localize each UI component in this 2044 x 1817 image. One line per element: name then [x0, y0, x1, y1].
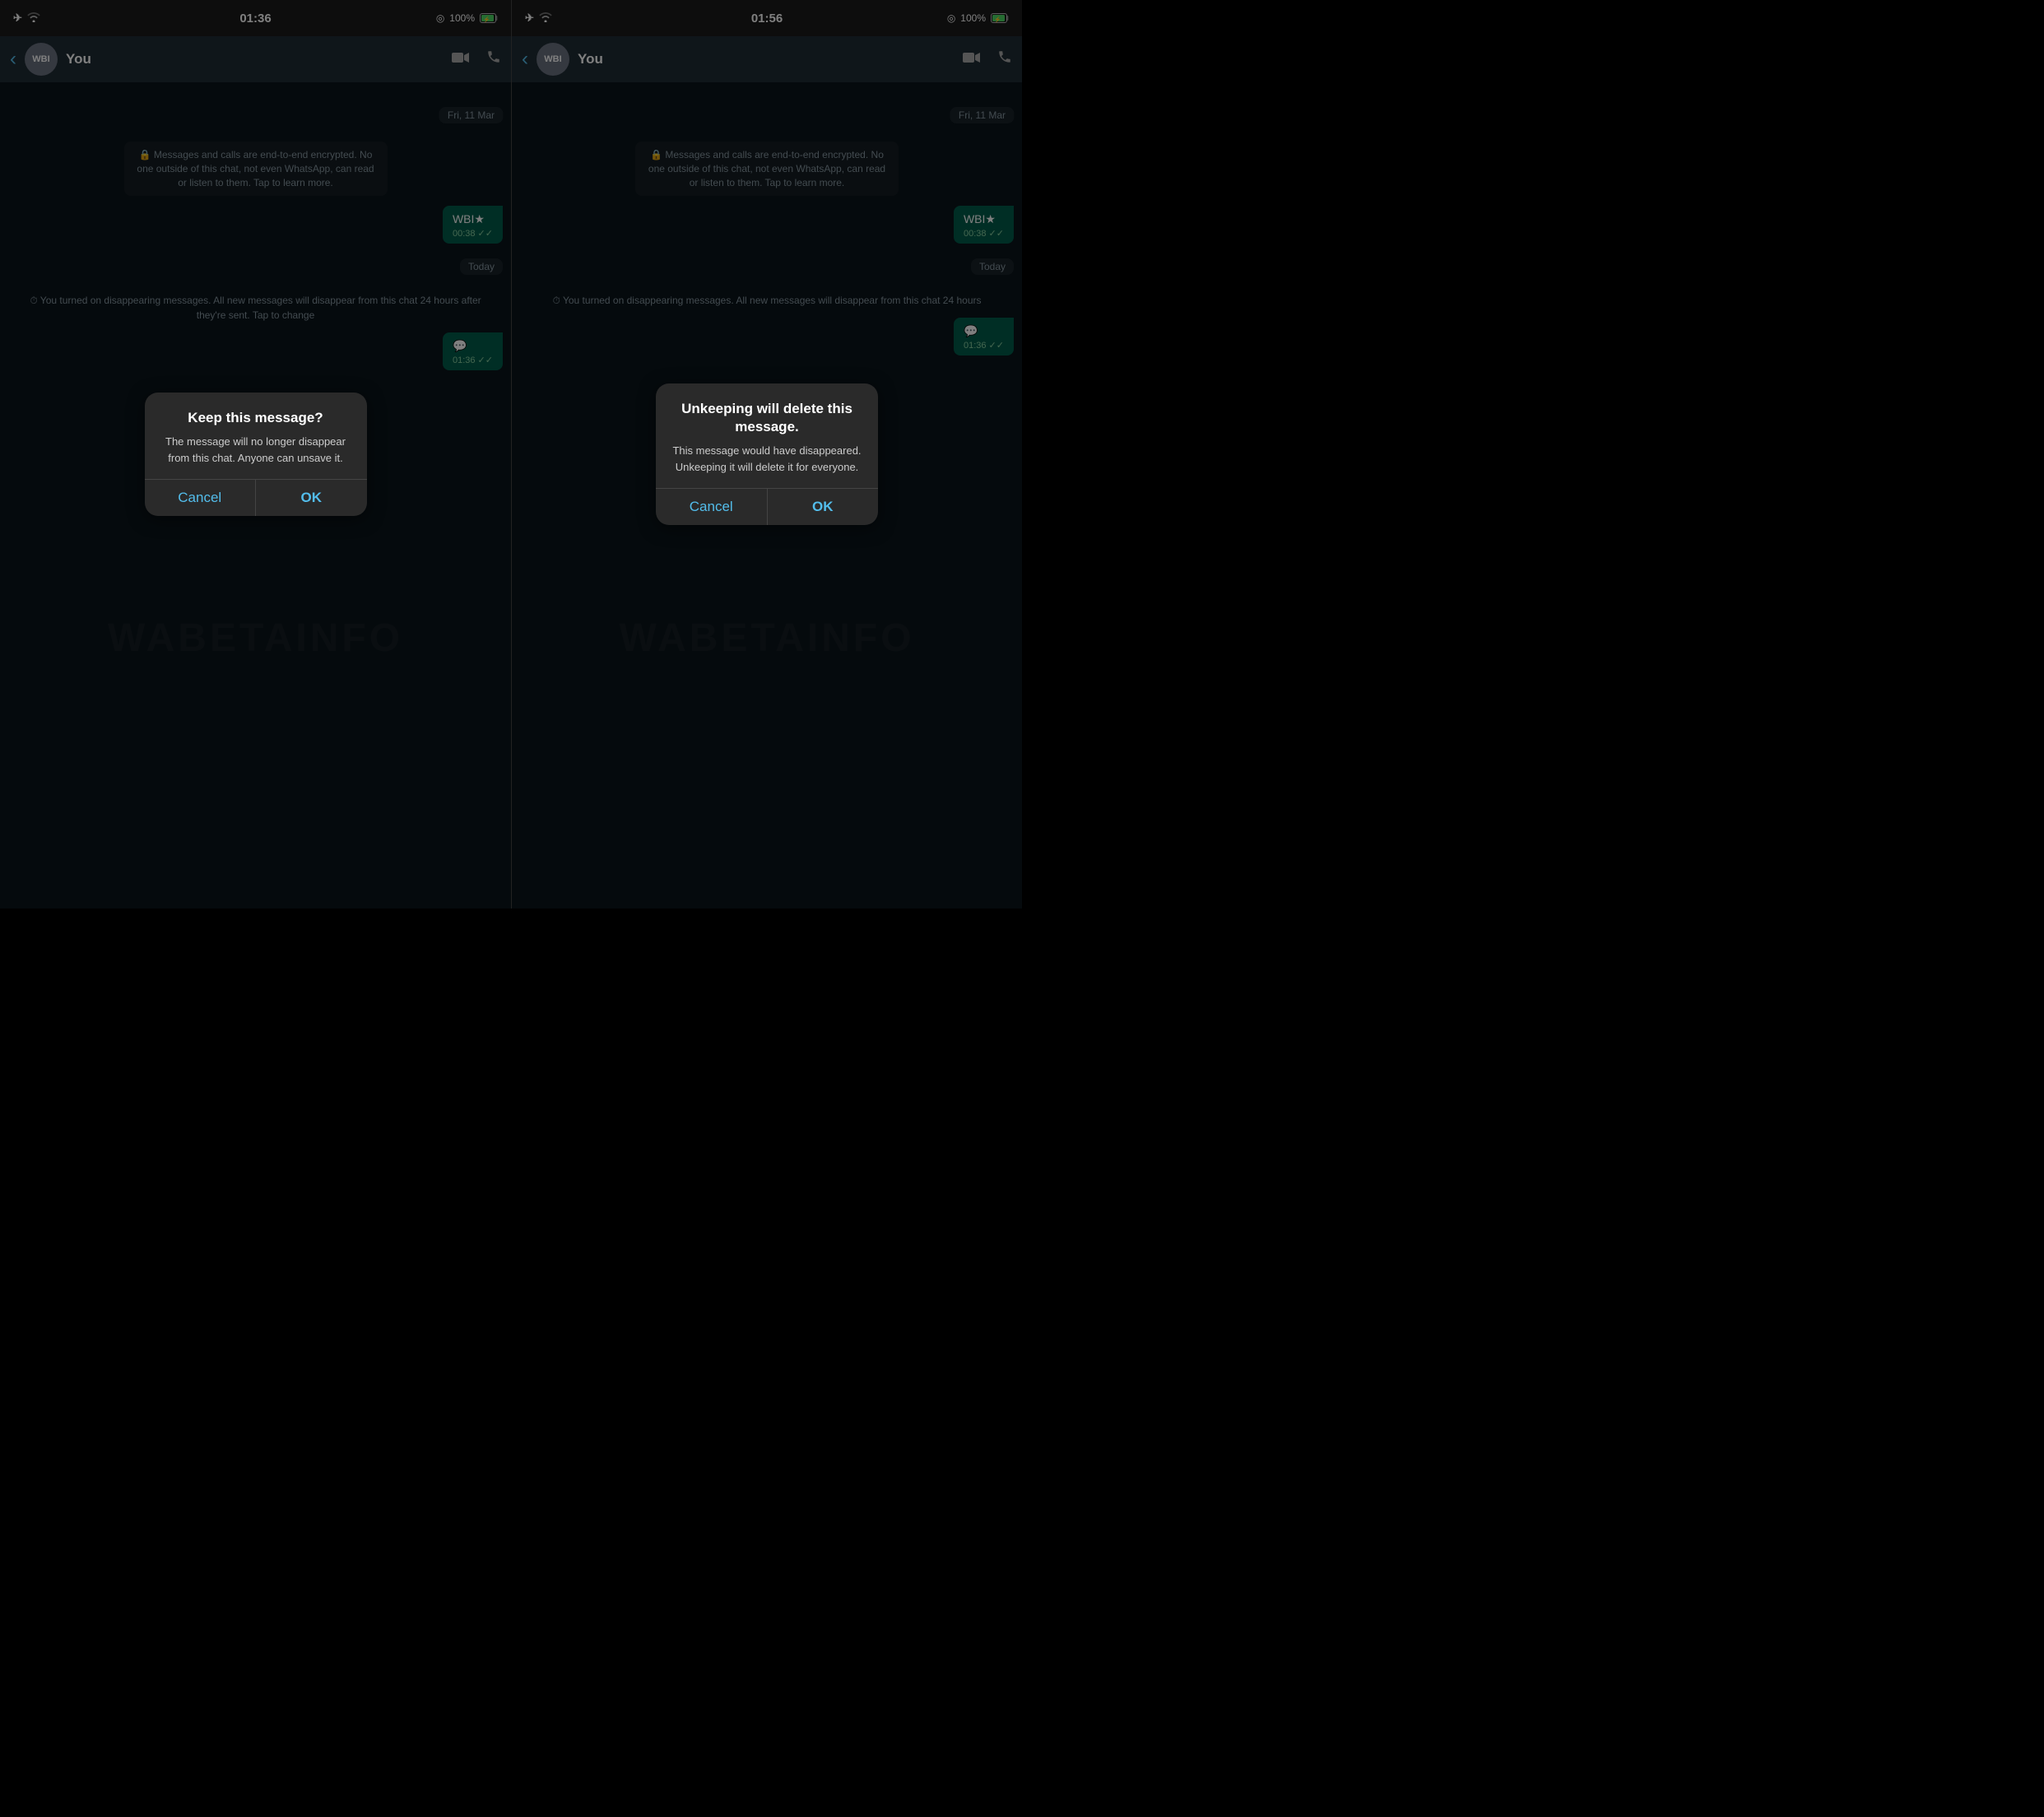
dialog-overlay-left: Keep this message? The message will no l… [0, 0, 511, 908]
ok-button-left[interactable]: OK [256, 480, 367, 516]
dialog-message-left: The message will no longer disappear fro… [158, 434, 354, 466]
dialog-title-left: Keep this message? [158, 409, 354, 427]
dialog-content-right: Unkeeping will delete this message. This… [656, 383, 878, 488]
dialog-content-left: Keep this message? The message will no l… [145, 393, 367, 479]
cancel-button-right[interactable]: Cancel [656, 489, 768, 525]
ok-button-right[interactable]: OK [768, 489, 879, 525]
unkeeping-dialog: Unkeeping will delete this message. This… [656, 383, 878, 525]
keep-message-dialog: Keep this message? The message will no l… [145, 393, 367, 516]
dialog-buttons-right: Cancel OK [656, 489, 878, 525]
dialog-buttons-left: Cancel OK [145, 480, 367, 516]
cancel-button-left[interactable]: Cancel [145, 480, 257, 516]
dialog-message-right: This message would have disappeared. Unk… [669, 443, 865, 475]
dialog-overlay-right: Unkeeping will delete this message. This… [512, 0, 1022, 908]
left-panel: ✈ 01:36 ◎ 100% [0, 0, 511, 908]
dialog-title-right: Unkeeping will delete this message. [669, 400, 865, 436]
right-panel: ✈ 01:56 ◎ 100% [511, 0, 1022, 908]
